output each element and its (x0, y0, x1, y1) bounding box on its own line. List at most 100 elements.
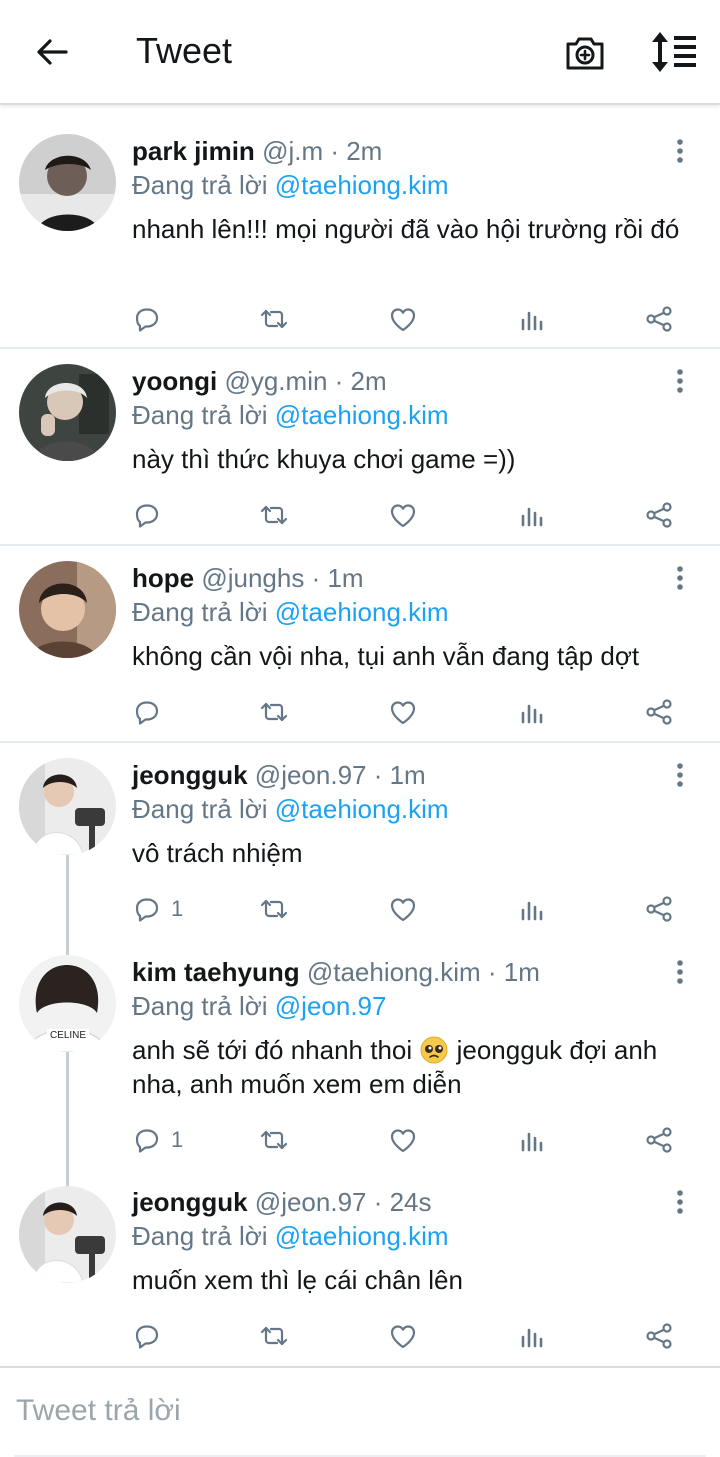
heart-icon (390, 1129, 416, 1153)
tweet-actions: 1 (0, 1120, 720, 1160)
reply-prefix: Đang trả lời (132, 991, 275, 1021)
author-name[interactable]: jeongguk (132, 760, 248, 790)
author-handle: @jeon.97 · 1m (254, 760, 426, 790)
tweet-text: nhanh lên!!! mọi người đã vào hội trường… (132, 214, 680, 244)
top-bar: Tweet (0, 0, 720, 105)
tweet-item[interactable]: park jimin @j.m · 2m Đang trả lời @taehi… (0, 107, 720, 349)
reply-composer[interactable]: Tweet trả lời (0, 1366, 720, 1457)
share-button[interactable] (643, 889, 675, 929)
more-options-icon[interactable] (666, 367, 694, 395)
like-button[interactable] (387, 299, 419, 339)
tweet-text-part: anh sẽ tới đó nhanh thoi (132, 1035, 413, 1065)
reply-button[interactable] (131, 299, 171, 339)
avatar[interactable] (19, 364, 116, 461)
reply-prefix: Đang trả lời (132, 400, 275, 430)
mention-link[interactable]: @taehiong.kim (275, 1221, 449, 1251)
analytics-button[interactable] (516, 1316, 548, 1356)
analytics-button[interactable] (516, 1120, 548, 1160)
reply-button[interactable]: 1 (131, 889, 183, 929)
more-options-icon[interactable] (666, 137, 694, 165)
share-button[interactable] (643, 692, 675, 732)
retweet-button[interactable] (258, 495, 290, 535)
heart-icon (390, 504, 416, 528)
tweet-text: này thì thức khuya chơi game =)) (132, 444, 516, 474)
heart-icon (390, 1325, 416, 1349)
author-name[interactable]: kim taehyung (132, 957, 300, 987)
like-button[interactable] (387, 1120, 419, 1160)
more-options-icon[interactable] (666, 761, 694, 789)
mention-link[interactable]: @jeon.97 (275, 991, 387, 1021)
analytics-button[interactable] (516, 299, 548, 339)
retweet-button[interactable] (258, 889, 290, 929)
reply-icon (135, 504, 159, 528)
tweet-item[interactable]: yoongi @yg.min · 2m Đang trả lời @taehio… (0, 349, 720, 546)
like-button[interactable] (387, 889, 419, 929)
arrow-left-icon[interactable] (30, 30, 74, 74)
reply-input[interactable]: Tweet trả lời (16, 1394, 181, 1428)
tweet-item[interactable]: jeongguk @jeon.97 · 1m Đang trả lời @tae… (0, 743, 720, 940)
avatar[interactable] (19, 758, 116, 855)
like-button[interactable] (387, 692, 419, 732)
retweet-button[interactable] (258, 299, 290, 339)
reply-count: 1 (171, 1127, 184, 1152)
tweet-actions (0, 299, 720, 339)
avatar[interactable] (19, 134, 116, 231)
reply-icon (135, 308, 159, 332)
reply-icon (135, 898, 159, 922)
author-handle: @j.m · 2m (262, 136, 383, 166)
share-icon (646, 896, 672, 922)
bar-chart-icon (521, 311, 543, 331)
replying-to: Đang trả lời @taehiong.kim (132, 1220, 449, 1252)
mention-link[interactable]: @taehiong.kim (275, 597, 449, 627)
more-options-icon[interactable] (666, 564, 694, 592)
share-button[interactable] (643, 299, 675, 339)
author-name[interactable]: jeongguk (132, 1187, 248, 1217)
author-handle: @junghs · 1m (201, 563, 364, 593)
sort-icon[interactable] (648, 28, 700, 76)
tweet-text: muốn xem thì lẹ cái chân lên (132, 1265, 463, 1295)
tweet-item[interactable]: CELINE kim taehyung @taehiong.kim · 1m Đ… (0, 940, 720, 1170)
tweet-item[interactable]: hope @junghs · 1m Đang trả lời @taehiong… (0, 546, 720, 743)
share-button[interactable] (643, 1316, 675, 1356)
replying-to: Đang trả lời @taehiong.kim (132, 399, 449, 431)
mention-link[interactable]: @taehiong.kim (275, 794, 449, 824)
author-name[interactable]: park jimin (132, 136, 255, 166)
reply-button[interactable] (131, 495, 171, 535)
mention-link[interactable]: @taehiong.kim (275, 400, 449, 430)
camera-plus-icon[interactable] (562, 30, 608, 76)
avatar[interactable]: CELINE (19, 955, 116, 1052)
author-handle: @yg.min · 2m (224, 366, 387, 396)
svg-text:CELINE: CELINE (50, 1030, 86, 1041)
bar-chart-icon (521, 1328, 543, 1348)
share-button[interactable] (643, 1120, 675, 1160)
retweet-button[interactable] (258, 1316, 290, 1356)
tweet-author: jeongguk @jeon.97 · 1m (132, 759, 426, 791)
author-name[interactable]: yoongi (132, 366, 217, 396)
like-button[interactable] (387, 1316, 419, 1356)
reply-button[interactable] (131, 692, 171, 732)
pleading-face-emoji (420, 1036, 448, 1064)
reply-button[interactable]: 1 (131, 1120, 183, 1160)
share-icon (646, 1127, 672, 1153)
analytics-button[interactable] (516, 692, 548, 732)
like-button[interactable] (387, 495, 419, 535)
tweet-item[interactable]: jeongguk @jeon.97 · 24s Đang trả lời @ta… (0, 1170, 720, 1366)
page-title: Tweet (136, 30, 233, 71)
share-button[interactable] (643, 495, 675, 535)
retweet-button[interactable] (258, 692, 290, 732)
more-options-icon[interactable] (666, 958, 694, 986)
bar-chart-icon (521, 901, 543, 921)
mention-link[interactable]: @taehiong.kim (275, 170, 449, 200)
analytics-button[interactable] (516, 889, 548, 929)
avatar[interactable] (19, 561, 116, 658)
tweet-author: park jimin @j.m · 2m (132, 135, 382, 167)
avatar[interactable] (19, 1186, 116, 1283)
bar-chart-icon (521, 704, 543, 724)
author-name[interactable]: hope (132, 563, 194, 593)
analytics-button[interactable] (516, 495, 548, 535)
reply-button[interactable] (131, 1316, 171, 1356)
reply-count: 1 (171, 896, 184, 921)
more-options-icon[interactable] (666, 1188, 694, 1216)
retweet-button[interactable] (258, 1120, 290, 1160)
reply-prefix: Đang trả lời (132, 597, 275, 627)
